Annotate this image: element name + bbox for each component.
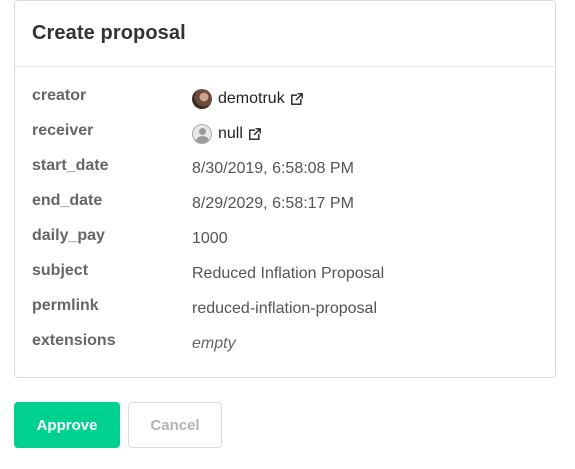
row-daily-pay: daily_pay 1000	[32, 219, 555, 254]
field-value-subject: Reduced Inflation Proposal	[192, 264, 385, 282]
row-subject: subject Reduced Inflation Proposal	[32, 254, 555, 289]
field-key-end-date: end_date	[32, 191, 103, 209]
field-value-extensions: empty	[192, 334, 236, 352]
creator-avatar	[192, 88, 212, 109]
field-key-permlink: permlink	[32, 296, 99, 314]
field-value-daily-pay: 1000	[192, 229, 228, 247]
proposal-card: Create proposal creator demotruk receive…	[14, 0, 556, 378]
field-value-receiver: null	[192, 123, 261, 144]
card-header: Create proposal	[15, 1, 555, 67]
field-key-extensions: extensions	[32, 331, 116, 349]
field-value-end-date: 8/29/2029, 6:58:17 PM	[192, 194, 354, 212]
card-title: Create proposal	[32, 22, 186, 44]
external-link-icon[interactable]	[249, 127, 261, 140]
creator-link[interactable]: demotruk	[218, 90, 285, 108]
receiver-link[interactable]: null	[218, 125, 243, 143]
external-link-icon[interactable]	[290, 92, 303, 105]
field-value-permlink: reduced-inflation-proposal	[192, 299, 377, 317]
user-placeholder-icon	[192, 123, 212, 144]
field-key-subject: subject	[32, 261, 89, 279]
field-value-start-date: 8/30/2019, 6:58:08 PM	[192, 159, 354, 177]
row-end-date: end_date 8/29/2029, 6:58:17 PM	[32, 184, 555, 219]
field-key-daily-pay: daily_pay	[32, 226, 105, 244]
field-key-start-date: start_date	[32, 156, 109, 174]
cancel-button[interactable]: Cancel	[128, 402, 222, 448]
row-extensions: extensions empty	[32, 324, 555, 359]
proposal-details: creator demotruk receiver null start_dat…	[32, 79, 555, 359]
field-key-creator: creator	[32, 86, 87, 104]
field-key-receiver: receiver	[32, 121, 94, 139]
row-receiver: receiver null	[32, 114, 555, 149]
row-start-date: start_date 8/30/2019, 6:58:08 PM	[32, 149, 555, 184]
approve-button[interactable]: Approve	[14, 402, 120, 448]
field-value-creator: demotruk	[192, 88, 303, 109]
row-permlink: permlink reduced-inflation-proposal	[32, 289, 555, 324]
row-creator: creator demotruk	[32, 79, 555, 114]
